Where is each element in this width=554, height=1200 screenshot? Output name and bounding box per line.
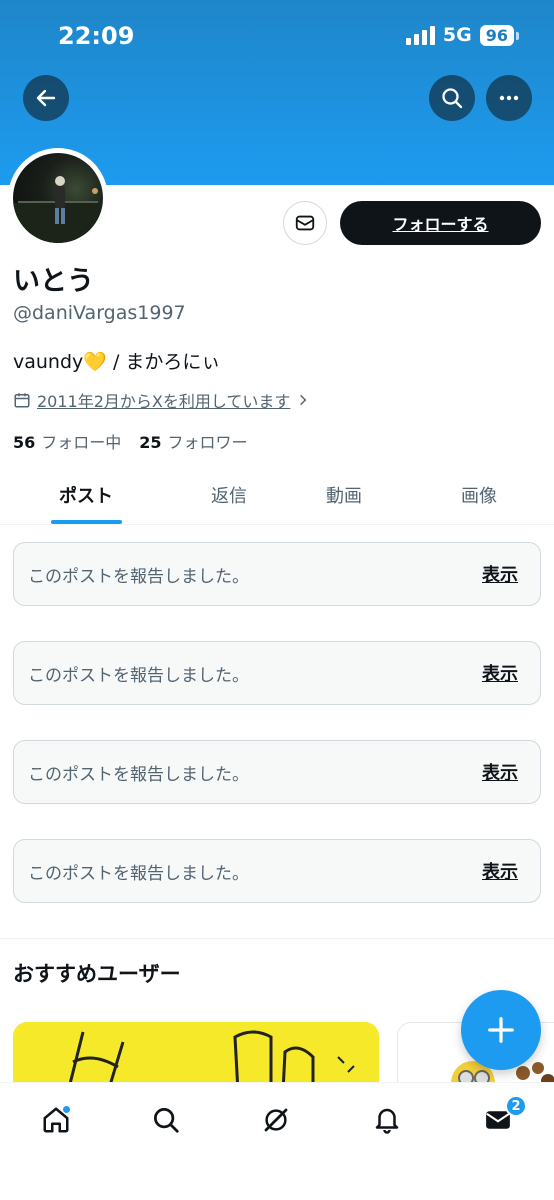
followers-link[interactable]: 25 フォロワー	[139, 429, 247, 453]
grok-icon	[264, 1108, 288, 1132]
reported-post: このポストを報告しました。 表示	[13, 641, 541, 705]
nav-home[interactable]	[33, 1097, 79, 1143]
nav-search[interactable]	[143, 1097, 189, 1143]
reported-post: このポストを報告しました。 表示	[13, 740, 541, 804]
avatar-figure	[13, 176, 103, 243]
profile-bio: vaundy💛 / まかろにぃ	[13, 351, 221, 373]
notification-dot	[62, 1105, 71, 1114]
message-button[interactable]	[283, 201, 327, 245]
back-button[interactable]	[23, 75, 69, 121]
reported-post: このポストを報告しました。 表示	[13, 542, 541, 606]
show-post-link[interactable]: 表示	[482, 561, 518, 587]
following-link[interactable]: 56 フォロー中	[13, 429, 121, 453]
reported-post-text: このポストを報告しました。	[28, 863, 249, 884]
following-label: フォロー中	[41, 433, 122, 452]
reported-post-text: このポストを報告しました。	[28, 665, 249, 686]
joined-date[interactable]: 2011年2月からXを利用しています	[13, 388, 310, 412]
tab-replies[interactable]: 返信	[170, 465, 288, 525]
network-type: 5G	[442, 24, 472, 46]
avatar-photo	[13, 153, 103, 243]
mail-icon	[295, 215, 315, 231]
user-handle: @daniVargas1997	[13, 302, 186, 324]
search-icon	[154, 1108, 179, 1133]
reported-post-text: このポストを報告しました。	[28, 566, 249, 587]
avatar[interactable]	[8, 148, 108, 248]
status-time: 22:09	[58, 22, 135, 50]
nav-messages[interactable]: 2	[475, 1095, 527, 1143]
battery-icon: 96	[479, 24, 520, 46]
tab-posts[interactable]: ポスト	[16, 465, 156, 525]
profile-tabs: ポスト 返信 動画 画像	[0, 465, 554, 525]
bell-icon	[375, 1108, 399, 1134]
reported-post: このポストを報告しました。 表示	[13, 839, 541, 903]
more-button[interactable]	[486, 75, 532, 121]
compose-post-button[interactable]	[461, 990, 541, 1070]
nav-notifications[interactable]	[364, 1097, 410, 1143]
follow-stats: 56 フォロー中 25 フォロワー	[13, 429, 248, 453]
following-count: 56	[13, 433, 36, 452]
tab-videos[interactable]: 動画	[285, 465, 403, 525]
reported-post-text: このポストを報告しました。	[28, 764, 249, 785]
show-post-link[interactable]: 表示	[482, 759, 518, 785]
tab-indicator	[51, 520, 122, 524]
calendar-icon	[14, 393, 30, 408]
recommended-users-title: おすすめユーザー	[13, 962, 181, 986]
arrow-left-icon	[36, 89, 56, 107]
followers-count: 25	[139, 433, 162, 452]
bottom-navigation: 2	[0, 1082, 554, 1200]
follow-button[interactable]: フォローする	[340, 201, 541, 245]
show-post-link[interactable]: 表示	[482, 858, 518, 884]
messages-badge: 2	[505, 1095, 527, 1117]
tab-images[interactable]: 画像	[420, 465, 538, 525]
followers-label: フォロワー	[167, 433, 248, 452]
joined-date-text: 2011年2月からXを利用しています	[37, 392, 291, 411]
signal-icon	[405, 25, 435, 45]
more-icon	[499, 95, 519, 101]
plus-icon	[488, 1017, 514, 1043]
section-divider	[0, 938, 554, 939]
search-icon	[442, 88, 463, 109]
status-indicators: 5G 96	[405, 24, 520, 46]
display-name: いとう	[13, 266, 94, 297]
nav-grok[interactable]	[253, 1097, 299, 1143]
show-post-link[interactable]: 表示	[482, 660, 518, 686]
chevron-right-icon	[300, 394, 307, 406]
search-button[interactable]	[429, 75, 475, 121]
